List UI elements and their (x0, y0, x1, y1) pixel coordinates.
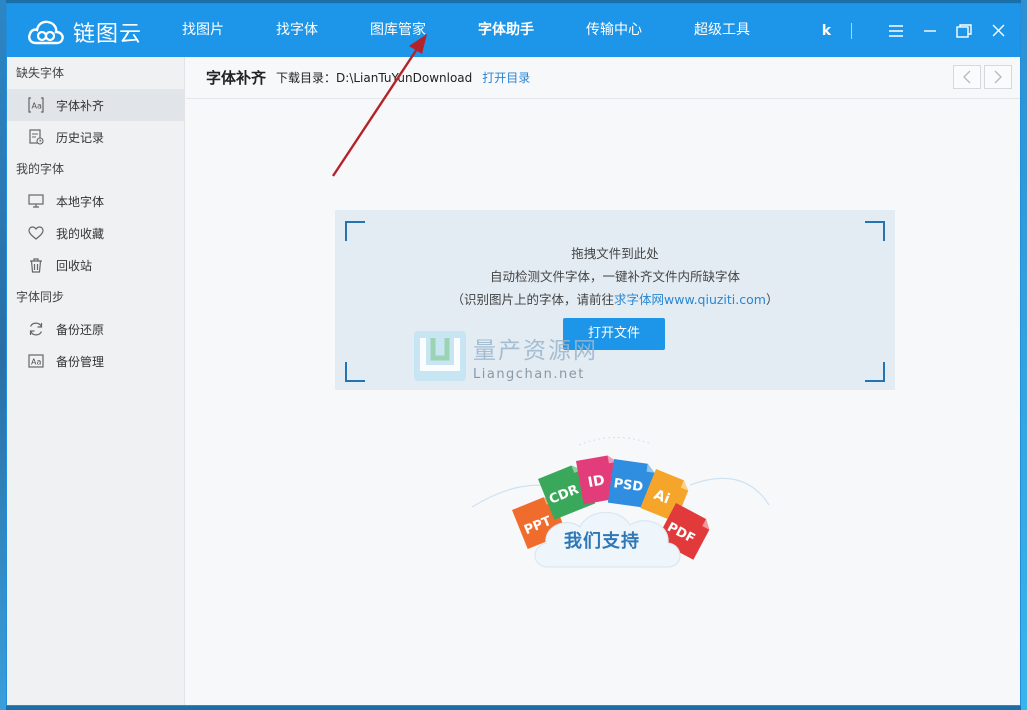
drop-hint: 拖拽文件到此处 (571, 246, 659, 261)
history-doc-icon (27, 128, 45, 146)
app-logo: 链图云 (27, 16, 142, 48)
we-support-label: 我们支持 (564, 531, 640, 552)
sidebar-item-backup-manage[interactable]: Aa 备份管理 (7, 345, 184, 377)
nav-transfer-center[interactable]: 传输中心 (573, 4, 655, 57)
sidebar-section-my-fonts: 我的字体 (16, 162, 65, 176)
drop-zone-corner (865, 362, 885, 382)
sidebar-section-missing-fonts: 缺失字体 (16, 66, 65, 80)
sidebar-item-backup-restore[interactable]: 备份还原 (7, 313, 184, 345)
sidebar-item-local-fonts[interactable]: 本地字体 (7, 185, 184, 217)
watermark-logo-icon (414, 331, 466, 381)
main-nav: 找图片 找字体 图库管家 字体助手 传输中心 超级工具 (169, 4, 789, 57)
chevron-right-icon (994, 70, 1002, 84)
recognition-hint-suffix: ） (765, 292, 779, 307)
recognition-hint-prefix: （识别图片上的字体，请前往 (451, 292, 615, 307)
main-content: 字体补齐 下载目录： D:\LianTuYunDownload 打开目录 拖拽文… (186, 57, 1020, 705)
sidebar-item-label: 备份还原 (56, 322, 105, 337)
sidebar-item-label: 回收站 (56, 258, 93, 273)
maximize-icon[interactable] (956, 23, 972, 39)
app-name: 链图云 (73, 22, 143, 47)
sidebar: 缺失字体 Aa 字体补齐 历史记录 我的字体 本地字体 我的收藏 回收站 字体同… (7, 57, 185, 705)
prev-page-button[interactable] (953, 65, 981, 89)
sidebar-item-favorites[interactable]: 我的收藏 (7, 217, 184, 249)
divider (851, 22, 852, 39)
pager (950, 65, 1012, 89)
page-title: 字体补齐 (206, 69, 267, 87)
watermark: 量产资源网 Liangchan.net (413, 330, 598, 382)
next-page-button[interactable] (984, 65, 1012, 89)
close-icon[interactable] (990, 23, 1006, 39)
supported-formats-illustration: PPT CDR ID PSD Ai PDF 我们支持 (464, 435, 774, 580)
drop-description: 自动检测文件字体，一键补齐文件内所缺字体 (489, 269, 740, 284)
font-aa-icon: Aa (27, 96, 45, 114)
heart-icon (27, 224, 45, 242)
menu-icon[interactable] (888, 23, 904, 39)
format-label-id: ID (587, 472, 606, 491)
user-name[interactable]: k (822, 23, 831, 39)
nav-find-fonts[interactable]: 找字体 (263, 4, 331, 57)
sidebar-item-label: 字体补齐 (56, 98, 105, 113)
chevron-left-icon (963, 70, 971, 84)
sidebar-item-font-completion[interactable]: Aa 字体补齐 (7, 89, 184, 121)
watermark-text-cn: 量产资源网 (473, 337, 598, 364)
nav-font-assistant[interactable]: 字体助手 (465, 4, 547, 57)
sidebar-item-label: 本地字体 (56, 194, 105, 209)
monitor-icon (27, 192, 45, 210)
download-dir-path: D:\LianTuYunDownload (336, 70, 473, 85)
nav-gallery-manager[interactable]: 图库管家 (357, 4, 439, 57)
download-dir-label: 下载目录： (276, 71, 337, 85)
refresh-icon (27, 320, 45, 338)
desktop-background-right (1021, 0, 1027, 710)
drop-zone-corner (345, 221, 365, 241)
sidebar-item-recycle-bin[interactable]: 回收站 (7, 249, 184, 281)
drop-zone-corner (865, 221, 885, 241)
recognition-hint: （识别图片上的字体，请前往求字体网www.qiuziti.com） (335, 289, 895, 308)
trash-icon (27, 256, 45, 274)
svg-text:Aa: Aa (32, 102, 42, 111)
cloud-outline-right (689, 477, 770, 506)
sidebar-item-history[interactable]: 历史记录 (7, 121, 184, 153)
cloud-outline-top (578, 436, 650, 446)
window-controls: k (822, 4, 1006, 57)
content-toolbar: 字体补齐 下载目录： D:\LianTuYunDownload 打开目录 (186, 57, 1020, 99)
minimize-icon[interactable] (922, 23, 938, 39)
sidebar-item-label: 备份管理 (56, 354, 105, 369)
title-bar: 链图云 找图片 找字体 图库管家 字体助手 传输中心 超级工具 k (7, 4, 1020, 57)
watermark-text-en: Liangchan.net (473, 366, 585, 382)
app-window: 链图云 找图片 找字体 图库管家 字体助手 传输中心 超级工具 k 缺失字体 A… (6, 3, 1021, 706)
drop-zone-corner (345, 362, 365, 382)
qiuziti-link[interactable]: 求字体网www.qiuziti.com (614, 292, 766, 307)
open-directory-link[interactable]: 打开目录 (482, 69, 530, 86)
font-aa-box-icon: Aa (27, 352, 45, 370)
sidebar-item-label: 我的收藏 (56, 226, 105, 241)
nav-super-tools[interactable]: 超级工具 (681, 4, 763, 57)
svg-text:Aa: Aa (31, 358, 41, 367)
cloud-logo-icon (28, 20, 64, 45)
sidebar-section-font-sync: 字体同步 (16, 290, 65, 304)
nav-find-images[interactable]: 找图片 (169, 4, 237, 57)
sidebar-item-label: 历史记录 (56, 130, 105, 145)
